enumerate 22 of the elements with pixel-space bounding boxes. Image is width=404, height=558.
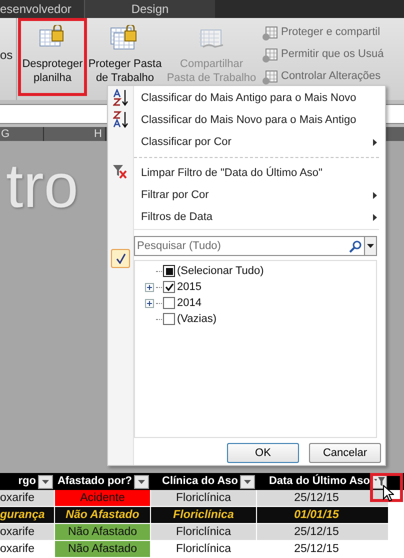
column-header-cell: Afastado por?: [55, 473, 151, 490]
group-label: os: [0, 47, 13, 64]
value-label: 2015: [177, 280, 202, 295]
table-cell: gurança: [0, 507, 55, 523]
table-cell: Floriclínica: [151, 490, 257, 506]
value-label: (Vazias): [177, 312, 217, 327]
table-cell: 01/01/15: [257, 507, 389, 523]
table-cell: Não Afastado: [55, 524, 151, 540]
table-cell: Floriclínica: [151, 507, 257, 523]
table-cell: Acidente: [55, 490, 151, 506]
column-header-cell: Clínica do Aso: [151, 473, 257, 490]
column-header-cell: rgo: [0, 473, 55, 490]
table-cell: oxarife: [0, 524, 55, 540]
sheet-title-text: tro: [6, 156, 78, 218]
table-cell: Floriclínica: [151, 524, 257, 540]
table-cell: 25/12/15: [257, 524, 389, 540]
table-cell: Não Afastado: [55, 507, 151, 523]
value-label: 2014: [177, 296, 202, 311]
table-cell: oxarife: [0, 490, 55, 506]
value-label: (Selecionar Tudo): [177, 264, 264, 279]
table-cell: Não Afastado: [55, 541, 151, 557]
table-cell: 25/12/15: [257, 490, 389, 506]
